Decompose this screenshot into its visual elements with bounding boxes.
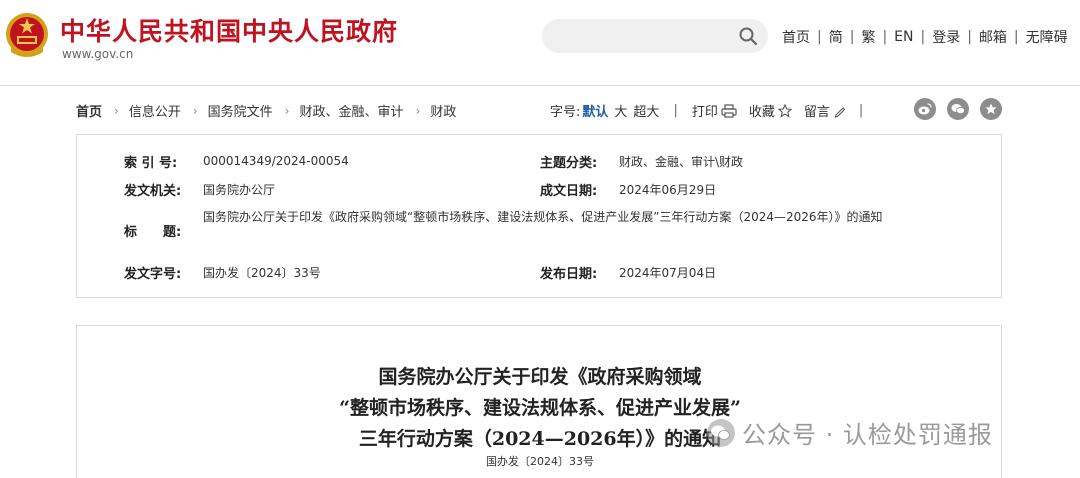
document-number-label: 发文字号: <box>124 267 182 282</box>
login-link[interactable]: 登录 <box>932 27 960 47</box>
breadcrumb-home[interactable]: 首页 <box>76 101 102 120</box>
breadcrumb-bar: 首页 › 信息公开 › 国务院文件 › 财政、金融、审计 › 财政 字号: 默认… <box>76 98 1002 122</box>
print-label: 打印 <box>691 105 718 120</box>
watermark-text: 公众号 · 认检处罚通报 <box>742 421 993 449</box>
link-separator: | <box>817 29 822 45</box>
date-written-label: 成文日期: <box>540 184 598 199</box>
breadcrumb-finance[interactable]: 财政 <box>430 101 456 120</box>
title-value: 国务院办公厅关于印发《政府采购领域“整顿市场秩序、建设法规体系、促进产业发展”三… <box>203 210 883 224</box>
breadcrumb-arrow: › <box>284 103 290 118</box>
site-header: 中华人民共和国中央人民政府 www.gov.cn 首页 | 简 | 繁 | EN… <box>0 0 1080 86</box>
comment-button[interactable]: 留言 <box>804 101 847 120</box>
publish-date-value: 2024年07月04日 <box>619 266 717 280</box>
link-separator: | <box>920 29 926 45</box>
article-body: 国务院办公厅关于印发《政府采购领域 “整顿市场秩序、建设法规体系、促进产业发展”… <box>76 325 1002 478</box>
simplified-chinese-link[interactable]: 简 <box>829 27 843 47</box>
traditional-chinese-link[interactable]: 繁 <box>861 27 875 47</box>
page-tools: 字号: 默认 大 超大 | 打印 收藏 留言 | <box>550 101 877 120</box>
breadcrumb-finance-audit[interactable]: 财政、金融、审计 <box>299 101 403 120</box>
article-document-number: 国办发〔2024〕33号 <box>486 455 594 468</box>
tools-separator: | <box>673 103 678 118</box>
favorite-label: 收藏 <box>748 105 775 120</box>
date-written-value: 2024年06月29日 <box>619 183 717 197</box>
national-emblem-icon[interactable] <box>5 12 49 58</box>
font-size-xlarge[interactable]: 超大 <box>633 101 659 120</box>
wechat-glyph <box>951 104 965 115</box>
font-size-default[interactable]: 默认 <box>582 101 608 120</box>
breadcrumb-arrow: › <box>192 103 198 118</box>
english-link[interactable]: EN <box>894 29 913 45</box>
article-title-line: 国务院办公厅关于印发《政府采购领域 <box>378 366 702 388</box>
breadcrumb: 首页 › 信息公开 › 国务院文件 › 财政、金融、审计 › 财政 <box>76 101 456 121</box>
weibo-icon[interactable] <box>914 98 936 120</box>
wechat-icon <box>707 418 735 447</box>
search-icon[interactable] <box>738 26 758 46</box>
weibo-glyph <box>918 103 932 115</box>
issuer-label: 发文机关: <box>124 184 182 199</box>
comment-label: 留言 <box>803 105 830 120</box>
pencil-icon <box>834 106 846 118</box>
category-value: 财政、金融、审计\财政 <box>619 155 744 169</box>
publish-date-label: 发布日期: <box>540 267 598 282</box>
font-size-label: 字号: <box>550 105 581 120</box>
share-icons <box>914 98 1013 120</box>
breadcrumb-info-public[interactable]: 信息公开 <box>129 101 181 120</box>
index-number-value: 000014349/2024-00054 <box>203 154 349 168</box>
wechat-icon[interactable] <box>947 98 969 120</box>
favorite-button[interactable]: 收藏 <box>749 101 792 120</box>
breadcrumb-state-council-docs[interactable]: 国务院文件 <box>208 101 273 120</box>
site-title[interactable]: 中华人民共和国中央人民政府 <box>60 12 398 48</box>
search-input[interactable] <box>542 19 768 53</box>
print-button[interactable]: 打印 <box>692 101 737 120</box>
issuer-value: 国务院办公厅 <box>203 183 276 197</box>
breadcrumb-arrow: › <box>114 103 119 118</box>
link-separator: | <box>849 29 855 45</box>
link-separator: | <box>882 29 888 45</box>
wechat-account-watermark: 公众号 · 认检处罚通报 <box>706 415 993 450</box>
breadcrumb-arrow: › <box>415 103 421 118</box>
printer-icon <box>721 103 737 118</box>
font-size-large[interactable]: 大 <box>614 101 627 120</box>
home-link[interactable]: 首页 <box>782 27 810 47</box>
star-glyph <box>985 103 997 114</box>
link-separator: | <box>1013 29 1019 45</box>
category-label: 主题分类: <box>540 156 598 171</box>
tools-separator: | <box>858 103 864 118</box>
index-number-label: 索 引 号: <box>124 156 178 171</box>
star-icon[interactable] <box>980 98 1002 120</box>
top-links: 首页 | 简 | 繁 | EN | 登录 | 邮箱 | 无障碍 <box>782 27 1068 47</box>
title-label: 标 题: <box>124 225 182 240</box>
accessibility-link[interactable]: 无障碍 <box>1026 27 1068 47</box>
star-outline-icon <box>777 103 792 118</box>
site-url[interactable]: www.gov.cn <box>62 47 133 61</box>
link-separator: | <box>967 29 972 45</box>
email-link[interactable]: 邮箱 <box>979 27 1007 47</box>
document-metadata: 索 引 号: 000014349/2024-00054 主题分类: 财政、金融、… <box>76 134 1002 298</box>
document-number-value: 国办发〔2024〕33号 <box>203 266 321 280</box>
